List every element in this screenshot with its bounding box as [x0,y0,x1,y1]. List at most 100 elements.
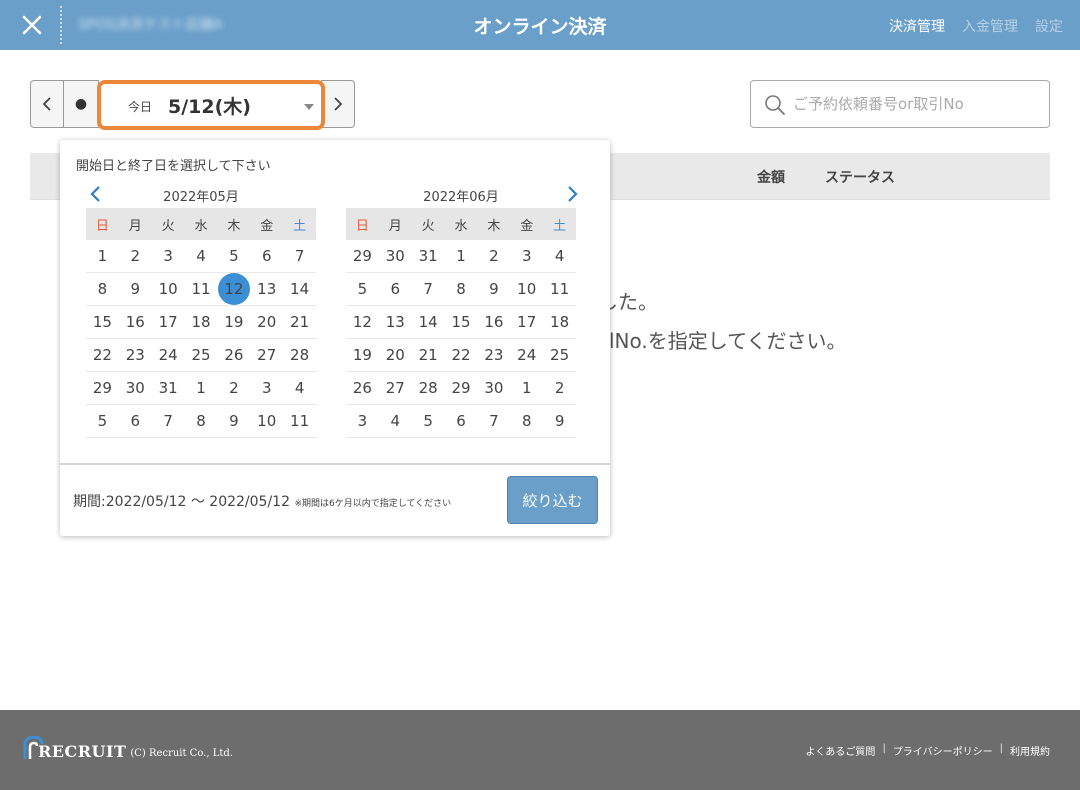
calendar-day-holiday[interactable]: 3 [152,240,185,272]
calendar-day[interactable]: 23 [119,339,152,371]
calendar-day[interactable]: 31 [152,372,185,404]
calendar-day-selected[interactable]: 12 [217,273,250,305]
calendar-day[interactable]: 1 [445,240,478,272]
calendar-day[interactable]: 2 [119,240,152,272]
today-button[interactable]: ● [63,80,99,128]
recruit-logo[interactable]: RECRUIT (C) Recruit Co., Ltd. [22,736,233,760]
footer-link-privacy[interactable]: プライバシーポリシー [893,743,993,758]
calendar-day[interactable]: 19 [346,339,379,371]
calendar-day[interactable]: 19 [217,306,250,338]
calendar-day[interactable]: 11 [543,273,576,305]
calendar-day[interactable]: 28 [412,372,445,404]
calendar-day[interactable]: 30 [477,372,510,404]
chevron-right-icon [334,97,343,111]
calendar-day[interactable]: 13 [250,273,283,305]
calendar-grid: 日 月 火 水 木 金 土 1 2 3 4 5 6 7 8 9 10 11 12… [86,208,316,438]
calendar-week: 22 23 24 25 26 27 28 [86,339,316,372]
calendar-day[interactable]: 10 [152,273,185,305]
calendar-day[interactable]: 24 [152,339,185,371]
calendar-day[interactable]: 5 [346,273,379,305]
calendar-day[interactable]: 8 [86,273,119,305]
calendar-day[interactable]: 6 [250,240,283,272]
calendar-day[interactable]: 29 [445,372,478,404]
calendar-day[interactable]: 3 [510,240,543,272]
footer-link-faq[interactable]: よくあるご質問 [805,743,875,758]
calendar-day[interactable]: 20 [250,306,283,338]
calendar-day[interactable]: 2 [477,240,510,272]
calendar-day[interactable]: 13 [379,306,412,338]
calendar-day[interactable]: 30 [119,372,152,404]
next-day-button[interactable] [321,80,355,128]
calendar-day[interactable]: 17 [510,306,543,338]
calendar-day[interactable]: 7 [283,240,316,272]
calendar-day[interactable]: 11 [185,273,218,305]
calendar-day[interactable]: 16 [477,306,510,338]
nav-payment-management[interactable]: 決済管理 [889,16,945,36]
calendar-day[interactable]: 15 [86,306,119,338]
calendar-day[interactable]: 18 [543,306,576,338]
date-range-picker: 開始日と終了日を選択して下さい 2022年05月 日 月 火 水 木 金 土 1… [60,140,610,536]
calendar-day-outside: 9 [554,412,565,430]
calendar-day-outside: 1 [196,379,206,397]
calendar-day-outside: 4 [294,379,305,397]
calendar-day[interactable]: 1 [86,240,119,272]
footer-link-terms[interactable]: 利用規約 [1010,743,1050,758]
calendar-day[interactable]: 24 [510,339,543,371]
calendar-day[interactable]: 20 [379,339,412,371]
calendar-day-outside: 5 [97,412,108,430]
filter-button[interactable]: 絞り込む [507,476,598,524]
calendar-day[interactable]: 23 [477,339,510,371]
calendar-day[interactable]: 8 [445,273,478,305]
search-box[interactable] [750,80,1050,128]
calendar-day[interactable]: 10 [510,273,543,305]
nav-deposit-management[interactable]: 入金管理 [962,16,1018,36]
calendar-day[interactable]: 22 [445,339,478,371]
calendar-day[interactable]: 12 [346,306,379,338]
calendar-day-outside: 9 [229,412,239,430]
calendar-day[interactable]: 14 [412,306,445,338]
calendar-day[interactable]: 6 [379,273,412,305]
calendar-day[interactable]: 21 [412,339,445,371]
search-input[interactable] [793,89,1043,119]
calendar-day[interactable]: 25 [543,339,576,371]
calendar-week: 29 30 31 1 2 3 4 [86,372,316,405]
picker-instruction: 開始日と終了日を選択して下さい [76,159,271,174]
calendar-day[interactable]: 9 [119,273,152,305]
calendar-day[interactable]: 17 [152,306,185,338]
weekday-tue: 火 [161,218,175,234]
calendar-day-outside: 31 [418,247,438,265]
calendar-day[interactable]: 9 [477,273,510,305]
calendar-day[interactable]: 4 [543,240,576,272]
calendar-day[interactable]: 7 [412,273,445,305]
date-select[interactable]: 今日 5/12(木) [97,80,325,130]
calendar-day-outside: 4 [390,412,401,430]
calendar-day[interactable]: 26 [346,372,379,404]
calendar-day[interactable]: 18 [185,306,218,338]
calendar-day[interactable]: 27 [379,372,412,404]
calendar-day[interactable]: 27 [250,339,283,371]
close-icon[interactable] [14,7,50,43]
calendar-day[interactable]: 29 [86,372,119,404]
weekday-thu: 木 [227,218,241,234]
prev-day-button[interactable] [30,80,64,128]
column-status: ステータス [825,170,895,186]
calendar-day-holiday[interactable]: 5 [217,240,250,272]
calendar-day[interactable]: 15 [445,306,478,338]
calendar-day[interactable]: 26 [217,339,250,371]
calendar-week: 5 6 7 8 9 10 11 [346,273,576,306]
calendar-day-outside: 8 [521,412,532,430]
calendar-day[interactable]: 22 [86,339,119,371]
calendar-day-outside: 6 [456,412,466,430]
calendar-week: 29 30 31 1 2 3 4 [346,240,576,273]
calendar-day[interactable]: 28 [283,339,316,371]
calendar-day-holiday[interactable]: 4 [185,240,218,272]
calendar-day[interactable]: 16 [119,306,152,338]
calendar-day[interactable]: 25 [185,339,218,371]
footer: RECRUIT (C) Recruit Co., Ltd. よくあるご質問 | … [0,710,1080,790]
chevron-left-icon [42,97,51,111]
calendar-day[interactable]: 14 [283,273,316,305]
calendar-day[interactable]: 21 [283,306,316,338]
column-amount: 金額 [757,170,785,186]
calendar-day-outside: 10 [257,412,277,430]
nav-settings[interactable]: 設定 [1035,16,1063,36]
